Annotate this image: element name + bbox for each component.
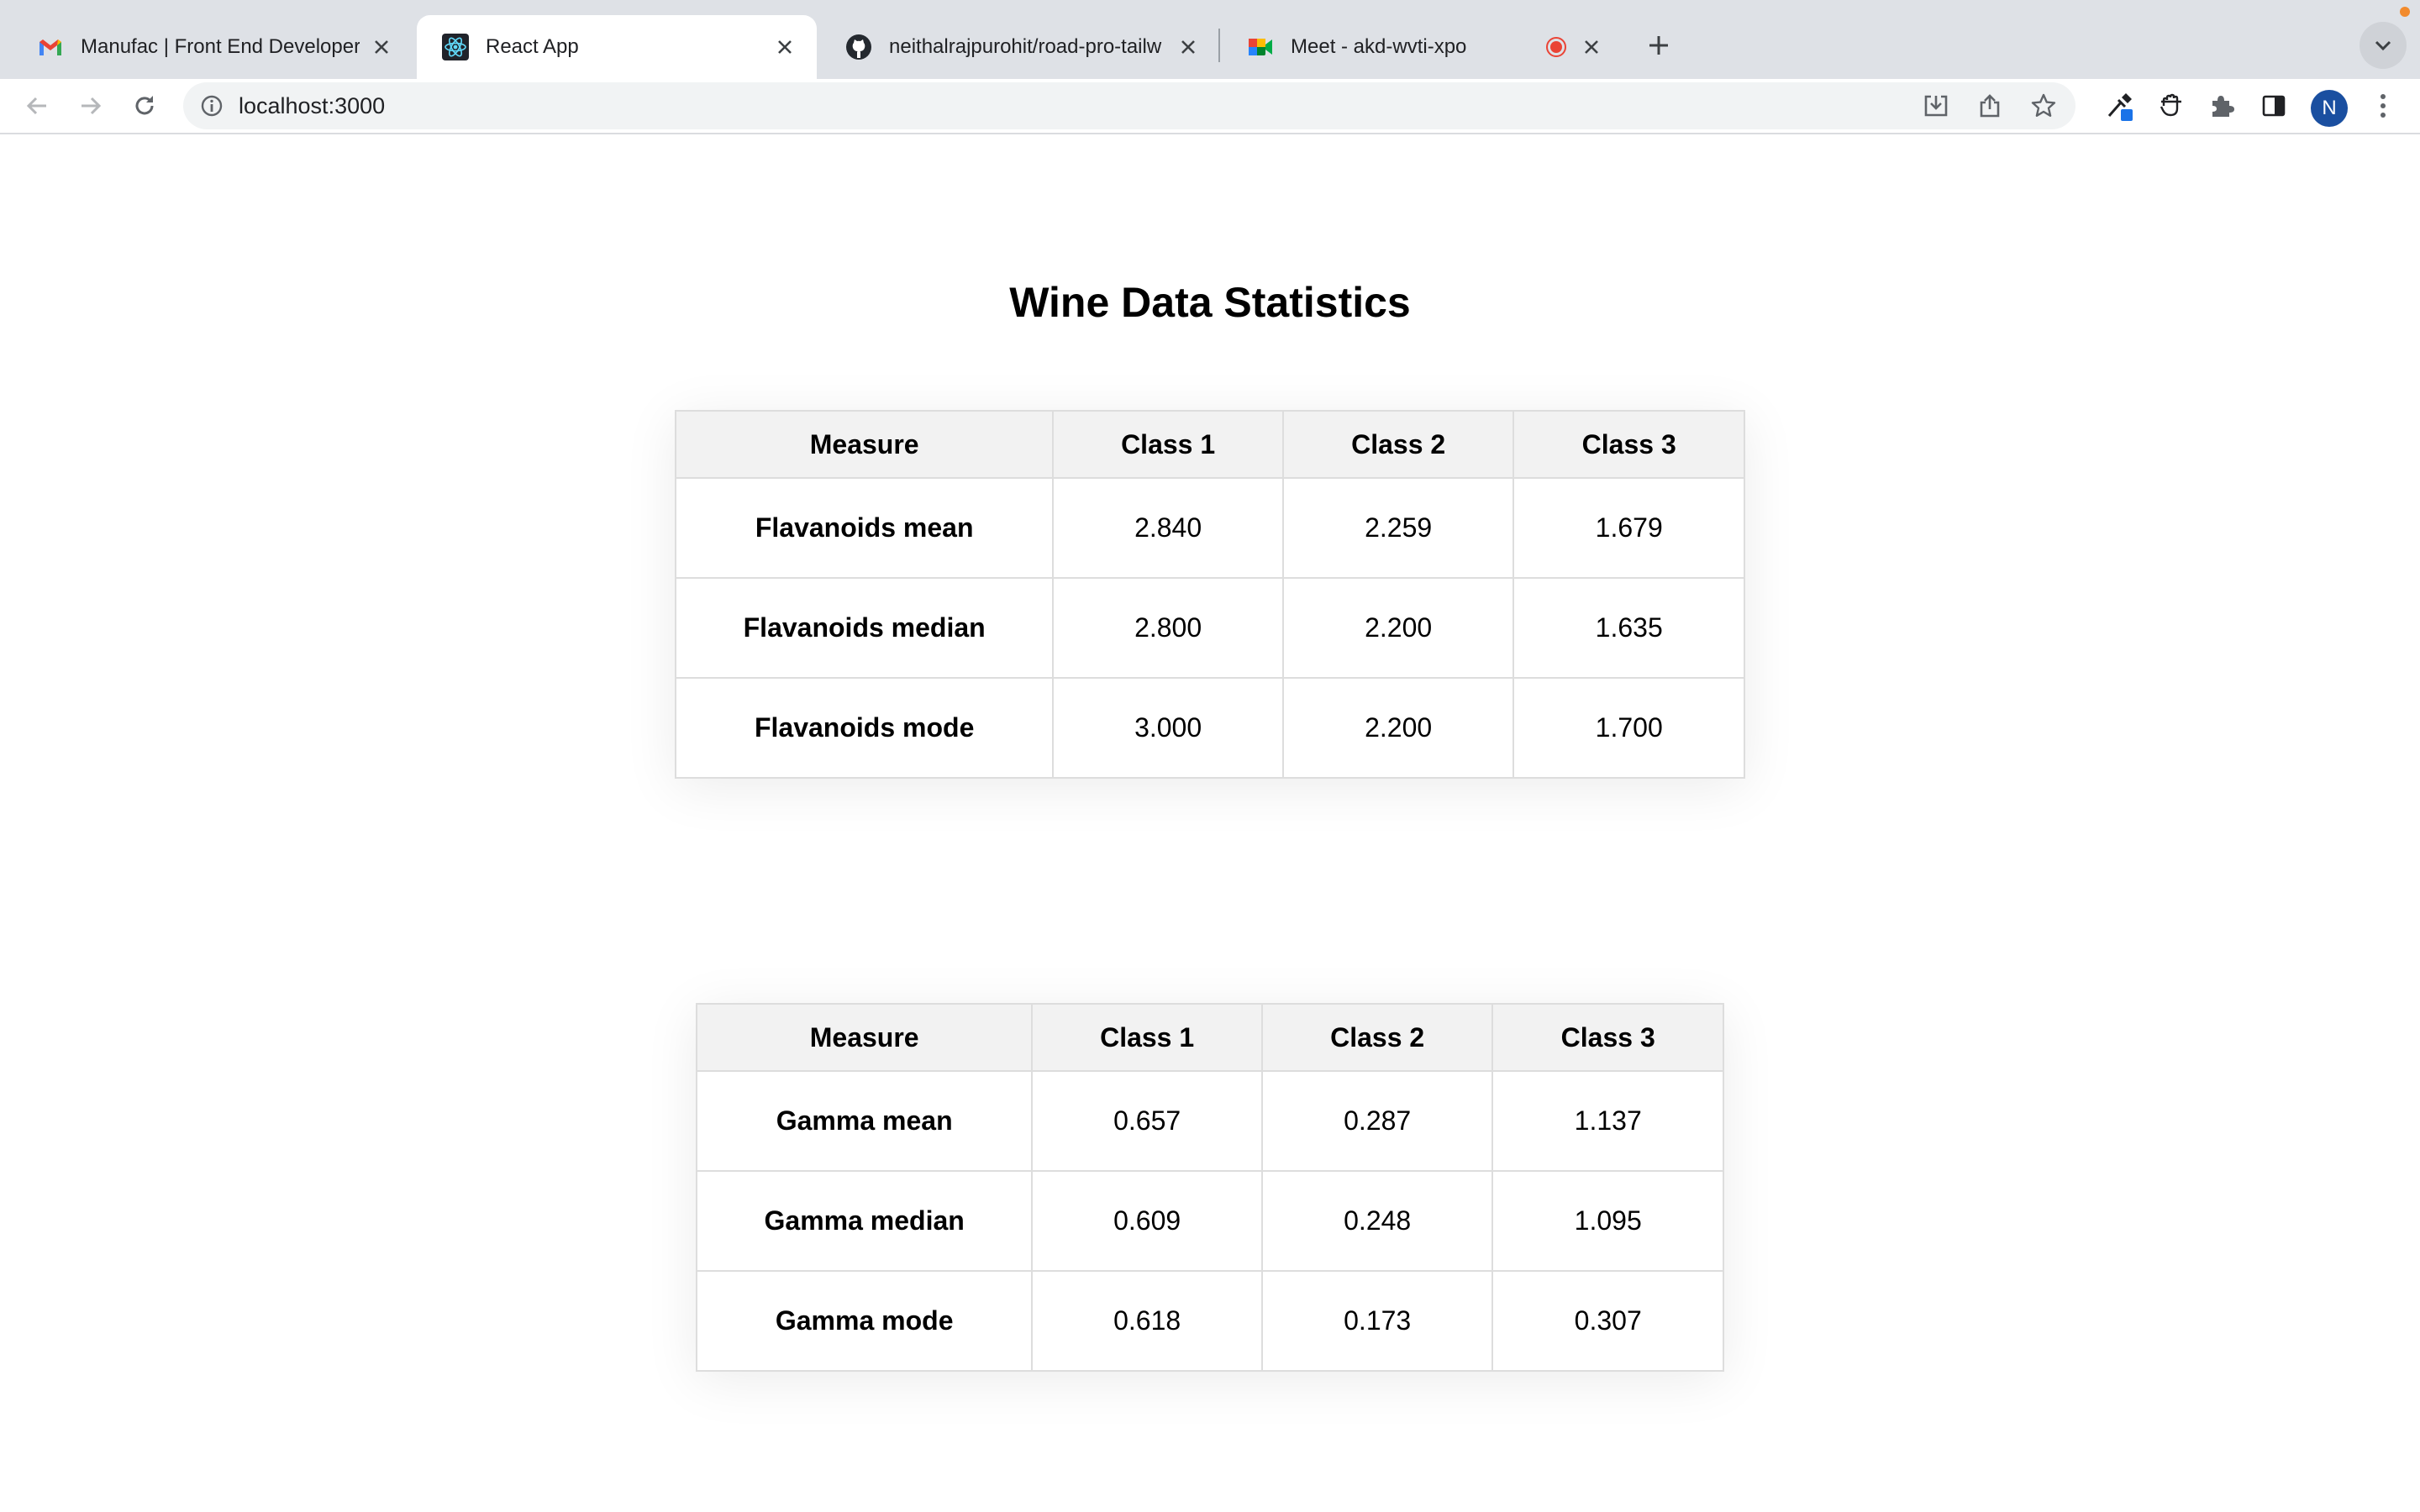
update-indicator: [2400, 7, 2410, 17]
tab-google-meet[interactable]: Meet - akd-wvti-xpo: [1222, 15, 1623, 79]
react-icon: [442, 34, 469, 60]
table-cell: 0.248: [1260, 1170, 1494, 1272]
eyedropper-extension-button[interactable]: [2096, 82, 2143, 129]
google-meet-icon: [1247, 34, 1274, 60]
row-label: Gamma mode: [695, 1270, 1034, 1372]
install-app-icon[interactable]: [1919, 89, 1953, 123]
new-tab-button[interactable]: [1635, 22, 1682, 69]
table-cell: 1.679: [1512, 477, 1745, 579]
row-label: Flavanoids mean: [674, 477, 1055, 579]
tab-title: Manufac | Front End Developer: [81, 35, 360, 58]
profile-avatar[interactable]: N: [2311, 90, 2348, 127]
column-header: Class 2: [1260, 1003, 1494, 1072]
site-info-icon[interactable]: [198, 92, 225, 119]
close-icon[interactable]: [1175, 34, 1202, 60]
tab-search-button[interactable]: [2360, 22, 2407, 69]
table-cell: 3.000: [1052, 677, 1284, 779]
table-cell: 1.095: [1491, 1170, 1724, 1272]
table-row: Flavanoids mean 2.840 2.259 1.679: [674, 477, 1745, 579]
table-cell: 0.307: [1491, 1270, 1724, 1372]
row-label: Gamma median: [695, 1170, 1034, 1272]
table-row: Gamma median 0.609 0.248 1.095: [695, 1170, 1724, 1272]
table-cell: 0.609: [1031, 1170, 1263, 1272]
gmail-icon: [37, 34, 64, 60]
table-cell: 0.657: [1031, 1070, 1263, 1172]
close-icon[interactable]: [368, 34, 395, 60]
browser-toolbar: localhost:3000 N: [0, 79, 2420, 134]
table-row: Gamma mean 0.657 0.287 1.137: [695, 1070, 1724, 1172]
gamma-stats-table: Measure Class 1 Class 2 Class 3 Gamma me…: [695, 1003, 1724, 1372]
arrow-left-icon: [26, 97, 46, 115]
back-button[interactable]: [13, 82, 60, 129]
flavanoids-stats-table: Measure Class 1 Class 2 Class 3 Flavanoi…: [674, 410, 1745, 779]
row-label: Flavanoids median: [674, 577, 1055, 679]
tab-github[interactable]: neithalrajpurohit/road-pro-tailw: [820, 15, 1220, 79]
tab-gmail[interactable]: Manufac | Front End Developer: [12, 15, 413, 79]
table-row: Flavanoids mode 3.000 2.200 1.700: [674, 677, 1745, 779]
forward-button[interactable]: [67, 82, 114, 129]
column-header: Class 3: [1512, 410, 1745, 479]
bookmark-star-icon[interactable]: [2027, 89, 2060, 123]
table-cell: 0.287: [1260, 1070, 1494, 1172]
tab-react-app[interactable]: React App: [417, 15, 817, 79]
more-vertical-icon: [2381, 94, 2386, 118]
column-header: Class 2: [1281, 410, 1515, 479]
share-icon[interactable]: [1973, 89, 2007, 123]
table-header-row: Measure Class 1 Class 2 Class 3: [695, 1003, 1724, 1072]
table-cell: 1.700: [1512, 677, 1745, 779]
table-header-row: Measure Class 1 Class 2 Class 3: [674, 410, 1745, 479]
address-bar[interactable]: localhost:3000: [183, 82, 2075, 129]
reload-icon: [135, 96, 154, 115]
side-panel-button[interactable]: [2250, 82, 2297, 129]
table-cell: 2.800: [1052, 577, 1284, 679]
table-cell: 0.618: [1031, 1270, 1263, 1372]
url-text: localhost:3000: [239, 93, 386, 118]
row-label: Gamma mean: [695, 1070, 1034, 1172]
recording-indicator-icon: [1543, 34, 1570, 60]
tab-strip: Manufac | Front End Developer React App: [0, 0, 2420, 79]
table-cell: 0.173: [1260, 1270, 1494, 1372]
table-row: Flavanoids median 2.800 2.200 1.635: [674, 577, 1745, 679]
table-cell: 2.200: [1281, 577, 1515, 679]
hand-extension-button[interactable]: [2148, 82, 2195, 129]
github-icon: [845, 34, 872, 60]
table-cell: 1.635: [1512, 577, 1745, 679]
column-header: Class 1: [1031, 1003, 1263, 1072]
table-cell: 1.137: [1491, 1070, 1724, 1172]
chevron-down-icon: [2375, 40, 2391, 51]
plus-icon: [1649, 36, 1668, 55]
column-header: Measure: [674, 410, 1055, 479]
table-cell: 2.200: [1281, 677, 1515, 779]
extensions-button[interactable]: [2198, 82, 2245, 129]
table-row: Gamma mode 0.618 0.173 0.307: [695, 1270, 1724, 1372]
tab-title: Meet - akd-wvti-xpo: [1291, 35, 1467, 58]
eyedropper-icon: [2107, 93, 2133, 121]
side-panel-icon: [2262, 95, 2286, 117]
column-header: Measure: [695, 1003, 1034, 1072]
tab-title: neithalrajpurohit/road-pro-tailw: [889, 35, 1162, 58]
page-title: Wine Data Statistics: [1009, 279, 1411, 326]
close-icon[interactable]: [1578, 34, 1605, 60]
column-header: Class 3: [1491, 1003, 1724, 1072]
arrow-right-icon: [82, 97, 102, 115]
hand-icon: [2160, 93, 2181, 117]
row-label: Flavanoids mode: [674, 677, 1055, 779]
tab-title: React App: [486, 35, 579, 58]
browser-menu-button[interactable]: [2360, 82, 2407, 129]
tab-divider: [1218, 29, 1220, 62]
close-icon[interactable]: [771, 34, 798, 60]
puzzle-icon: [2212, 96, 2234, 117]
table-cell: 2.259: [1281, 477, 1515, 579]
column-header: Class 1: [1052, 410, 1284, 479]
reload-button[interactable]: [121, 82, 168, 129]
table-cell: 2.840: [1052, 477, 1284, 579]
